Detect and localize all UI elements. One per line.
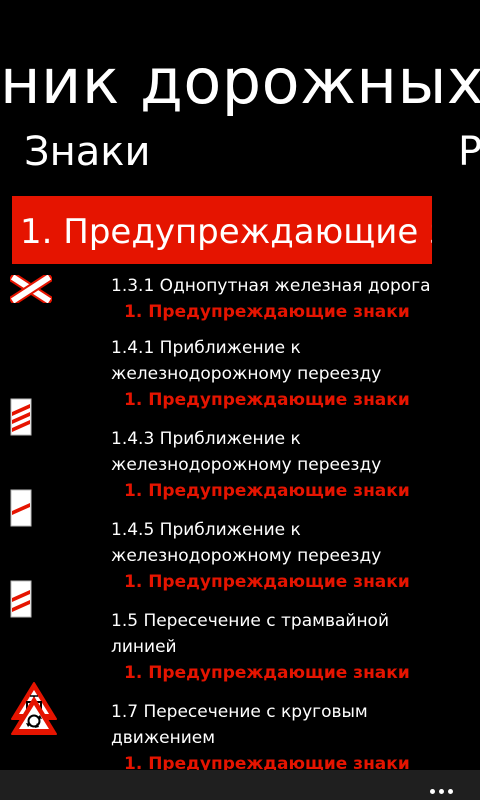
item-title: 1.5 Пересечение с трамвайной линией — [111, 611, 390, 657]
item-title: 1.7 Пересечение с круговым движением — [111, 702, 368, 748]
item-title: 1.4.1 Приближение к железнодорожному пер… — [111, 338, 382, 384]
item-category: 1. Предупреждающие знаки — [124, 302, 410, 322]
item-category: 1. Предупреждающие знаки — [124, 390, 410, 410]
item-title: 1.3.1 Однопутная железная дорога — [111, 276, 431, 296]
category-header[interactable]: 1. Предупреждающие знаки — [12, 196, 432, 264]
panorama-title: ник дорожных — [0, 45, 480, 118]
list-item[interactable]: 1.4.1 Приближение к железнодорожному пер… — [0, 332, 480, 436]
category-header-label: 1. Предупреждающие знаки — [20, 212, 432, 252]
single-track-railway-sign-icon — [8, 271, 54, 307]
item-title: 1.4.5 Приближение к железнодорожному пер… — [111, 520, 382, 566]
section-header-signs[interactable]: Знаки — [24, 124, 150, 180]
item-category: 1. Предупреждающие знаки — [124, 663, 410, 683]
item-category: 1. Предупреждающие знаки — [124, 481, 410, 501]
list-item[interactable]: 1.4.5 Приближение к железнодорожному пер… — [0, 514, 480, 618]
item-category: 1. Предупреждающие знаки — [124, 572, 410, 592]
ellipsis-icon[interactable] — [430, 779, 458, 794]
application-bar — [0, 770, 480, 800]
list-item[interactable]: 1.4.3 Приближение к железнодорожному пер… — [0, 423, 480, 527]
list-item[interactable]: 1.3.1 Однопутная железная дорога 1. Пред… — [0, 270, 480, 332]
item-title: 1.4.3 Приближение к железнодорожному пер… — [111, 429, 382, 475]
list-item[interactable]: 1.5 Пересечение с трамвайной линией 1. П… — [0, 605, 480, 720]
sign-list: 1.3.1 Однопутная железная дорога 1. Пред… — [0, 270, 480, 787]
roundabout-sign-icon — [10, 696, 58, 740]
section-header-next[interactable]: Р — [458, 124, 480, 180]
